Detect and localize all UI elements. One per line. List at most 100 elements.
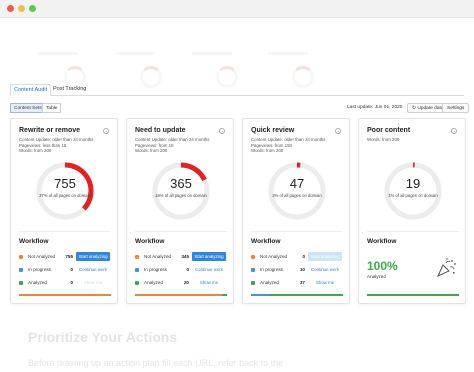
start-analyzing-button[interactable]: Start analyzing — [192, 252, 226, 261]
divider — [135, 231, 227, 232]
workflow-row-in-progress: In progress 10 Continue work — [251, 265, 343, 275]
content-set-card-poor: Poor content Words: from 200 19 1% of al… — [358, 118, 466, 304]
status-count: 0 — [70, 280, 73, 285]
donut-svg — [152, 162, 210, 220]
faded-bar — [192, 52, 232, 55]
percent-text: 37% of all pages on domain — [39, 193, 91, 198]
workflow-row-analyzed: Analyzed 0 Show me — [19, 278, 111, 288]
status-count: 755 — [65, 254, 73, 259]
progress-segment — [19, 294, 111, 296]
page-count: 755 — [54, 176, 76, 191]
status-swatch — [251, 280, 255, 285]
show-me-link[interactable]: Show me — [192, 278, 226, 287]
progress-segment — [135, 294, 222, 296]
workflow-row-in-progress: In progress 0 Continue work — [135, 265, 227, 275]
donut-svg — [36, 162, 94, 220]
ring-track — [384, 162, 442, 220]
status-label: Not Analyzed — [144, 254, 172, 259]
status-label: In progress — [144, 267, 167, 272]
show-me-link[interactable]: Show me — [308, 278, 342, 287]
minimize-window-icon[interactable] — [18, 5, 25, 12]
show-me-link[interactable]: Show me — [76, 278, 110, 287]
status-count: 0 — [70, 267, 73, 272]
gear-icon[interactable] — [451, 128, 457, 134]
last-update-text: Last update: Jun 01, 2020 — [347, 105, 403, 110]
workflow-row-analyzed: Analyzed 37 Show me — [251, 278, 343, 288]
donut-chart: 365 18% of all pages on domain — [151, 161, 211, 221]
status-count: 10 — [299, 267, 305, 272]
workflow-row-not-analyzed: Not Analyzed 345 Start analyzing — [135, 252, 227, 262]
content-set-card-update: Need to update Content Update: older tha… — [126, 118, 234, 304]
card-title: Rewrite or remove — [19, 127, 81, 134]
view-table-button[interactable]: Table — [42, 103, 62, 113]
status-count: 0 — [186, 267, 189, 272]
workflow-title: Workflow — [135, 238, 165, 245]
tab-content-audit[interactable]: Content Audit — [10, 84, 52, 96]
workflow-progress-bar — [19, 294, 111, 296]
status-count: 37 — [299, 280, 305, 285]
card-criteria: Words: from 200 — [251, 148, 284, 153]
status-label: Not Analyzed — [260, 254, 288, 259]
card-criteria: Words: from 200 — [135, 148, 168, 153]
page-count: 47 — [289, 176, 305, 191]
tab-bar: Content Audit Post Tracking — [10, 84, 464, 96]
card-title: Poor content — [367, 127, 411, 134]
faded-bar — [115, 52, 155, 55]
tab-post-tracking[interactable]: Post Tracking — [50, 84, 89, 96]
divider — [19, 231, 111, 232]
status-swatch — [135, 254, 139, 259]
faded-bar — [38, 52, 78, 55]
workflow-progress-bar — [251, 294, 343, 296]
party-popper-icon — [436, 258, 456, 278]
content-set-card-review: Quick review Content Update: older than … — [242, 118, 350, 304]
status-swatch — [19, 254, 23, 259]
continue-work-link[interactable]: Continue work — [192, 265, 226, 274]
status-swatch — [19, 280, 23, 285]
faded-background-panel — [0, 18, 474, 88]
donut-svg — [268, 162, 326, 220]
workflow-title: Workflow — [251, 238, 281, 245]
start-analyzing-button[interactable]: Start analyzing — [76, 252, 110, 261]
percent-text: 2% of all pages on domain — [272, 193, 322, 198]
gear-icon[interactable] — [335, 128, 341, 134]
update-data-label: Update data — [417, 106, 444, 111]
settings-button[interactable]: Settings — [442, 103, 470, 113]
ring-track — [268, 162, 326, 220]
donut-chart: 47 2% of all pages on domain — [267, 161, 327, 221]
continue-work-link[interactable]: Continue work — [76, 265, 110, 274]
start-analyzing-button[interactable]: Start analyzing — [308, 252, 342, 261]
card-criteria: Words: from 200 — [367, 137, 400, 142]
status-swatch — [135, 267, 139, 272]
close-window-icon[interactable] — [7, 5, 14, 12]
maximize-window-icon[interactable] — [29, 5, 36, 12]
card-criteria: Words: from 200 — [19, 148, 52, 153]
gear-icon[interactable] — [219, 128, 225, 134]
status-count: 0 — [302, 254, 305, 259]
view-content-sets-button[interactable]: Content Sets — [10, 103, 46, 113]
status-swatch — [251, 267, 255, 272]
progress-segment — [251, 294, 271, 296]
page-count: 365 — [170, 176, 192, 191]
workflow-progress-bar — [367, 294, 459, 296]
workflow-title: Workflow — [367, 238, 397, 245]
status-label: Analyzed — [260, 280, 279, 285]
workflow-row-in-progress: In progress 0 Continue work — [19, 265, 111, 275]
status-label: In progress — [28, 267, 51, 272]
content-set-card-rewrite: Rewrite or remove Content Update: older … — [10, 118, 118, 304]
status-label: In progress — [260, 267, 283, 272]
toolbar: Content Sets Table Last update: Jun 01, … — [10, 103, 470, 115]
faded-heading: Prioritize Your Actions — [28, 329, 178, 345]
faded-bar — [268, 52, 308, 55]
status-label: Analyzed — [144, 280, 163, 285]
divider — [251, 231, 343, 232]
page-count: 19 — [405, 176, 421, 191]
continue-work-link[interactable]: Continue work — [308, 265, 342, 274]
workflow-row-not-analyzed: Not Analyzed 755 Start analyzing — [19, 252, 111, 262]
gear-icon[interactable] — [103, 128, 109, 134]
analyzed-percent: 100% — [367, 259, 398, 273]
window-titlebar — [0, 0, 474, 18]
status-label: Not Analyzed — [28, 254, 56, 259]
progress-segment — [221, 294, 227, 296]
donut-chart: 19 1% of all pages on domain — [383, 161, 443, 221]
status-swatch — [19, 267, 23, 272]
